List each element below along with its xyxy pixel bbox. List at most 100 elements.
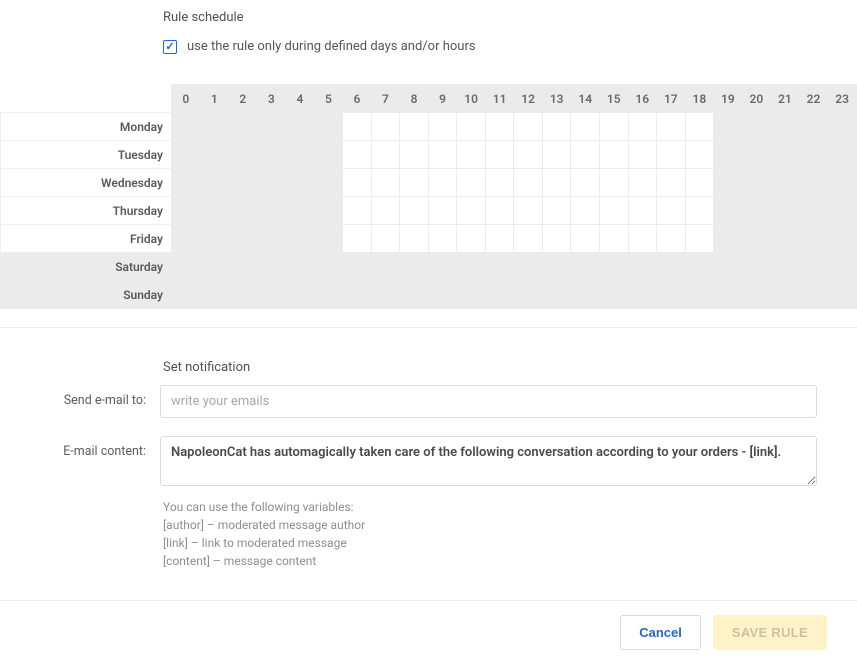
schedule-cell[interactable] — [457, 281, 486, 309]
schedule-cell[interactable] — [200, 169, 229, 197]
schedule-cell[interactable] — [257, 281, 286, 309]
schedule-cell[interactable] — [657, 253, 686, 281]
schedule-cell[interactable] — [457, 253, 486, 281]
schedule-cell[interactable] — [229, 253, 258, 281]
schedule-cell[interactable] — [286, 169, 315, 197]
schedule-cell[interactable] — [828, 169, 857, 197]
schedule-cell[interactable] — [657, 141, 686, 169]
schedule-cell[interactable] — [571, 197, 600, 225]
schedule-cell[interactable] — [714, 281, 743, 309]
schedule-cell[interactable] — [771, 169, 800, 197]
schedule-cell[interactable] — [771, 225, 800, 253]
schedule-cell[interactable] — [257, 253, 286, 281]
schedule-cell[interactable] — [657, 169, 686, 197]
schedule-cell[interactable] — [628, 169, 657, 197]
schedule-cell[interactable] — [514, 141, 543, 169]
schedule-cell[interactable] — [172, 253, 201, 281]
schedule-cell[interactable] — [314, 141, 343, 169]
schedule-cell[interactable] — [400, 169, 429, 197]
schedule-cell[interactable] — [172, 141, 201, 169]
schedule-cell[interactable] — [542, 281, 571, 309]
schedule-cell[interactable] — [257, 197, 286, 225]
schedule-cell[interactable] — [343, 169, 372, 197]
schedule-cell[interactable] — [542, 113, 571, 141]
schedule-cell[interactable] — [571, 113, 600, 141]
schedule-cell[interactable] — [628, 197, 657, 225]
schedule-cell[interactable] — [657, 113, 686, 141]
schedule-cell[interactable] — [485, 253, 514, 281]
schedule-cell[interactable] — [485, 113, 514, 141]
schedule-cell[interactable] — [628, 281, 657, 309]
schedule-cell[interactable] — [714, 253, 743, 281]
schedule-cell[interactable] — [599, 253, 628, 281]
schedule-cell[interactable] — [286, 113, 315, 141]
schedule-cell[interactable] — [343, 113, 372, 141]
schedule-cell[interactable] — [314, 253, 343, 281]
schedule-cell[interactable] — [514, 225, 543, 253]
schedule-cell[interactable] — [428, 197, 457, 225]
schedule-cell[interactable] — [200, 225, 229, 253]
schedule-cell[interactable] — [343, 253, 372, 281]
schedule-cell[interactable] — [742, 253, 771, 281]
schedule-cell[interactable] — [457, 197, 486, 225]
schedule-cell[interactable] — [628, 113, 657, 141]
schedule-cell[interactable] — [485, 197, 514, 225]
schedule-cell[interactable] — [371, 113, 400, 141]
schedule-cell[interactable] — [599, 113, 628, 141]
schedule-cell[interactable] — [229, 141, 258, 169]
schedule-cell[interactable] — [514, 197, 543, 225]
schedule-cell[interactable] — [371, 141, 400, 169]
schedule-cell[interactable] — [400, 225, 429, 253]
schedule-cell[interactable] — [172, 113, 201, 141]
schedule-cell[interactable] — [371, 197, 400, 225]
schedule-cell[interactable] — [314, 113, 343, 141]
schedule-cell[interactable] — [343, 197, 372, 225]
schedule-cell[interactable] — [343, 141, 372, 169]
schedule-cell[interactable] — [314, 281, 343, 309]
schedule-cell[interactable] — [428, 113, 457, 141]
schedule-cell[interactable] — [229, 197, 258, 225]
schedule-cell[interactable] — [200, 141, 229, 169]
schedule-cell[interactable] — [828, 225, 857, 253]
schedule-cell[interactable] — [799, 141, 828, 169]
schedule-cell[interactable] — [371, 225, 400, 253]
schedule-cell[interactable] — [799, 225, 828, 253]
schedule-cell[interactable] — [457, 225, 486, 253]
schedule-cell[interactable] — [514, 113, 543, 141]
schedule-cell[interactable] — [286, 197, 315, 225]
schedule-cell[interactable] — [571, 225, 600, 253]
schedule-cell[interactable] — [400, 197, 429, 225]
schedule-cell[interactable] — [771, 281, 800, 309]
schedule-cell[interactable] — [628, 253, 657, 281]
schedule-cell[interactable] — [457, 141, 486, 169]
schedule-cell[interactable] — [172, 225, 201, 253]
cancel-button[interactable]: Cancel — [620, 615, 701, 650]
schedule-cell[interactable] — [428, 281, 457, 309]
schedule-cell[interactable] — [457, 169, 486, 197]
schedule-cell[interactable] — [571, 281, 600, 309]
schedule-cell[interactable] — [799, 281, 828, 309]
schedule-cell[interactable] — [828, 141, 857, 169]
schedule-cell[interactable] — [485, 281, 514, 309]
schedule-cell[interactable] — [542, 169, 571, 197]
schedule-cell[interactable] — [343, 281, 372, 309]
schedule-cell[interactable] — [771, 113, 800, 141]
save-rule-button[interactable]: SAVE RULE — [713, 615, 827, 650]
content-textarea[interactable] — [160, 436, 817, 486]
schedule-cell[interactable] — [742, 197, 771, 225]
schedule-cell[interactable] — [428, 253, 457, 281]
schedule-cell[interactable] — [200, 197, 229, 225]
schedule-cell[interactable] — [571, 253, 600, 281]
schedule-cell[interactable] — [571, 141, 600, 169]
schedule-cell[interactable] — [229, 281, 258, 309]
schedule-cell[interactable] — [799, 253, 828, 281]
schedule-cell[interactable] — [685, 281, 714, 309]
schedule-cell[interactable] — [599, 197, 628, 225]
schedule-cell[interactable] — [714, 225, 743, 253]
schedule-cell[interactable] — [286, 225, 315, 253]
schedule-cell[interactable] — [828, 113, 857, 141]
schedule-cell[interactable] — [799, 197, 828, 225]
schedule-cell[interactable] — [685, 169, 714, 197]
schedule-cell[interactable] — [542, 225, 571, 253]
schedule-cell[interactable] — [257, 225, 286, 253]
